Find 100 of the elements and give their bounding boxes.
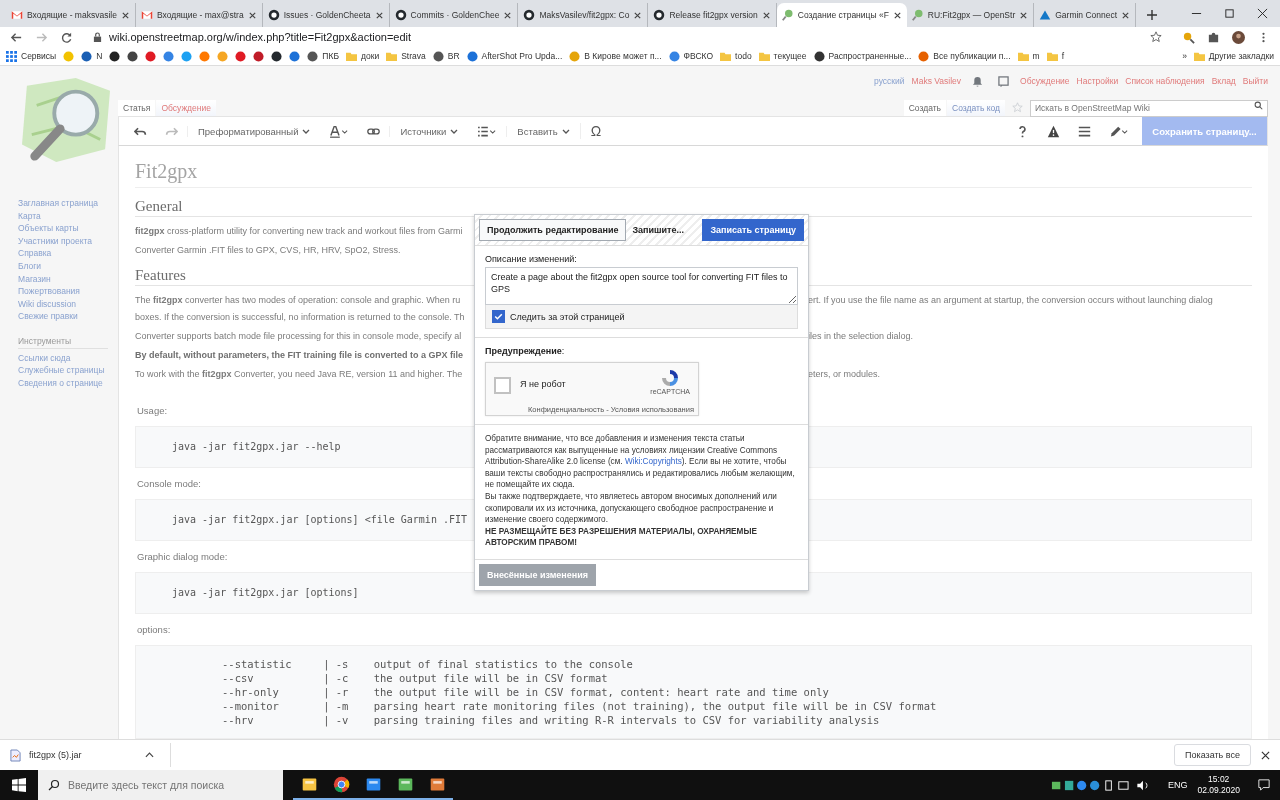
browser-tab[interactable]: Создание страницы «F bbox=[776, 3, 907, 27]
site-icon[interactable] bbox=[253, 50, 265, 62]
checkbox-label[interactable]: Следить за этой страницей bbox=[510, 311, 625, 322]
paragraph-text: To work with the fit2gpx Converter, you need Java RE, version 11 and higher. The bbox=[135, 368, 464, 381]
new-tab-icon[interactable] bbox=[1146, 9, 1159, 21]
close-icon[interactable] bbox=[633, 10, 643, 20]
site-icon bbox=[918, 50, 930, 62]
folder-icon bbox=[758, 50, 770, 62]
folder-icon bbox=[1017, 50, 1029, 62]
mail-icon bbox=[140, 9, 153, 21]
star-icon[interactable] bbox=[1150, 31, 1162, 43]
close-icon[interactable] bbox=[1257, 8, 1268, 19]
copyright-link[interactable]: Wiki:Copyrights bbox=[624, 457, 682, 467]
caret-icon[interactable] bbox=[145, 752, 154, 758]
paragraph-text: By default, without parameters, the FIT training file is converted to a GPX file bbox=[135, 349, 465, 362]
apps-icon bbox=[6, 50, 17, 62]
close-icon[interactable] bbox=[1121, 10, 1131, 20]
bookmark[interactable]: доки bbox=[346, 50, 380, 62]
bookmark[interactable]: ФВСКО bbox=[668, 50, 714, 62]
lock-icon bbox=[93, 31, 102, 43]
paragraph-text: Converter Garmin .FIT files to GPX, CVS, HR, HRV, SpO2, Stress. bbox=[135, 244, 402, 257]
browser-tab[interactable]: Commits · GoldenChee bbox=[389, 3, 519, 27]
notification-icon[interactable] bbox=[1258, 779, 1270, 791]
download-item[interactable]: fit2gpx (5).jar bbox=[10, 743, 171, 767]
bookmark[interactable]: m bbox=[1017, 50, 1040, 62]
bookmark[interactable]: f bbox=[1046, 50, 1064, 62]
close-icon[interactable] bbox=[761, 10, 771, 20]
page-title: Fit2gpx bbox=[135, 160, 1252, 188]
maximize-icon[interactable] bbox=[1224, 8, 1235, 19]
caret-icon bbox=[561, 128, 570, 134]
text-label: Console mode: bbox=[137, 478, 201, 489]
bookmark[interactable]: Другие закладки bbox=[1193, 50, 1274, 62]
more-bookmarks-button[interactable]: » bbox=[1182, 51, 1187, 61]
browser-tab[interactable]: Garmin Connect bbox=[1034, 3, 1137, 27]
inbox-icon[interactable] bbox=[998, 75, 1010, 87]
show-all-button[interactable]: Показать все bbox=[1174, 744, 1251, 766]
close-icon[interactable] bbox=[892, 10, 902, 20]
field-label: Описание изменений: bbox=[485, 254, 578, 264]
close-icon[interactable] bbox=[374, 10, 384, 20]
paragraph-text: eters, or modules. bbox=[808, 368, 882, 381]
magnifier-icon bbox=[911, 9, 924, 21]
special-character-button[interactable]: Ω bbox=[579, 123, 612, 139]
site-icon[interactable] bbox=[127, 50, 139, 62]
browser-tab[interactable]: Входящие - maksvasile bbox=[6, 3, 136, 27]
bookmark[interactable]: Strava bbox=[386, 50, 426, 62]
code-block: --statistic | -s output of final statistics to the console --csv | -c the output file will be in CSV format --hr-only | -r the output file will be in CSV format, content: heart rate and time only --monitor | -m parsing heart rate monitoring files (not training), the output file will be in CSV format --hrv | -v parsing training files and writing R-R intervals to CSV for variability analysis bbox=[135, 645, 1252, 739]
search-field[interactable]: Введите здесь текст для поиска bbox=[38, 770, 283, 800]
paragraph-text: The fit2gpx converter has two modes of operation: console and graphic. When ru bbox=[135, 294, 462, 307]
toolbar-dropdown[interactable]: Преформатированный bbox=[187, 125, 321, 137]
site-icon bbox=[569, 50, 581, 62]
close-icon[interactable] bbox=[1261, 750, 1270, 760]
captcha-checkbox[interactable] bbox=[494, 377, 511, 394]
page-tab[interactable]: Статья bbox=[118, 100, 156, 116]
bookmark[interactable]: Распространенные... bbox=[813, 50, 912, 62]
browser-icon bbox=[332, 775, 350, 793]
clock-time[interactable]: 15:02 bbox=[1208, 774, 1230, 785]
puzzle-icon[interactable] bbox=[1207, 30, 1220, 44]
avatar-icon[interactable] bbox=[1232, 30, 1245, 44]
close-icon[interactable] bbox=[120, 10, 130, 20]
bookmark[interactable]: N bbox=[81, 50, 103, 62]
caret-icon bbox=[302, 128, 311, 134]
save-button[interactable]: Записать страницу bbox=[702, 219, 804, 241]
clock-date[interactable]: 02.09.2020 bbox=[1197, 785, 1240, 796]
search-field[interactable]: Искать в OpenStreetMap Wiki bbox=[1030, 99, 1268, 117]
continue-editing-button[interactable]: Продолжить редактирование bbox=[479, 219, 627, 241]
reload-icon[interactable] bbox=[60, 30, 73, 44]
bookmark[interactable]: ПКБ bbox=[307, 50, 339, 62]
toolbar-dropdown[interactable]: Источники bbox=[389, 125, 469, 137]
text-label: options: bbox=[137, 624, 171, 635]
browser-tab[interactable]: Входящие - max@stra bbox=[135, 3, 263, 27]
language-indicator[interactable]: ENG bbox=[1167, 780, 1188, 790]
bookmark[interactable]: В Кирове может п... bbox=[569, 50, 662, 62]
browser-tab[interactable]: MaksVasilev/fit2gpx: Co bbox=[518, 3, 649, 27]
bookmark[interactable]: AfterShot Pro Upda... bbox=[466, 50, 563, 62]
bookmark[interactable]: текущее bbox=[758, 50, 807, 62]
checkbox[interactable] bbox=[492, 310, 505, 323]
search-icon[interactable] bbox=[1254, 101, 1263, 110]
close-icon[interactable] bbox=[1019, 10, 1029, 20]
summary-field[interactable]: Create a page about the fit2gpx open source tool for converting FIT files to GPS bbox=[485, 267, 798, 305]
bookmark[interactable]: todo bbox=[720, 50, 752, 62]
caret-icon bbox=[450, 128, 459, 134]
bell-icon[interactable] bbox=[972, 75, 984, 87]
sidebar-heading: Инструменты bbox=[18, 334, 108, 349]
close-icon[interactable] bbox=[503, 10, 513, 20]
site-icon[interactable] bbox=[271, 50, 283, 62]
bookmark[interactable]: Сервисы bbox=[6, 50, 57, 62]
magnifier-icon bbox=[781, 9, 794, 21]
site-icon[interactable] bbox=[109, 50, 121, 62]
site-icon bbox=[432, 50, 444, 62]
captcha-label: Я не робот bbox=[520, 379, 566, 389]
extension-icon[interactable] bbox=[1182, 30, 1195, 44]
bookmark[interactable]: BR bbox=[432, 50, 460, 62]
toolbar-dropdown[interactable]: Вставить bbox=[506, 125, 580, 137]
close-icon[interactable] bbox=[247, 10, 257, 20]
view-tab[interactable]: Создать bbox=[903, 100, 946, 116]
bookmark[interactable]: Все публикации п... bbox=[918, 50, 1011, 62]
browser-tab[interactable]: Issues · GoldenCheeta bbox=[262, 3, 390, 27]
browser-tab[interactable]: Release fit2gpx version bbox=[648, 3, 777, 27]
site-icon bbox=[813, 50, 825, 62]
browser-tab[interactable]: RU:Fit2gpx — OpenStr bbox=[906, 3, 1035, 27]
